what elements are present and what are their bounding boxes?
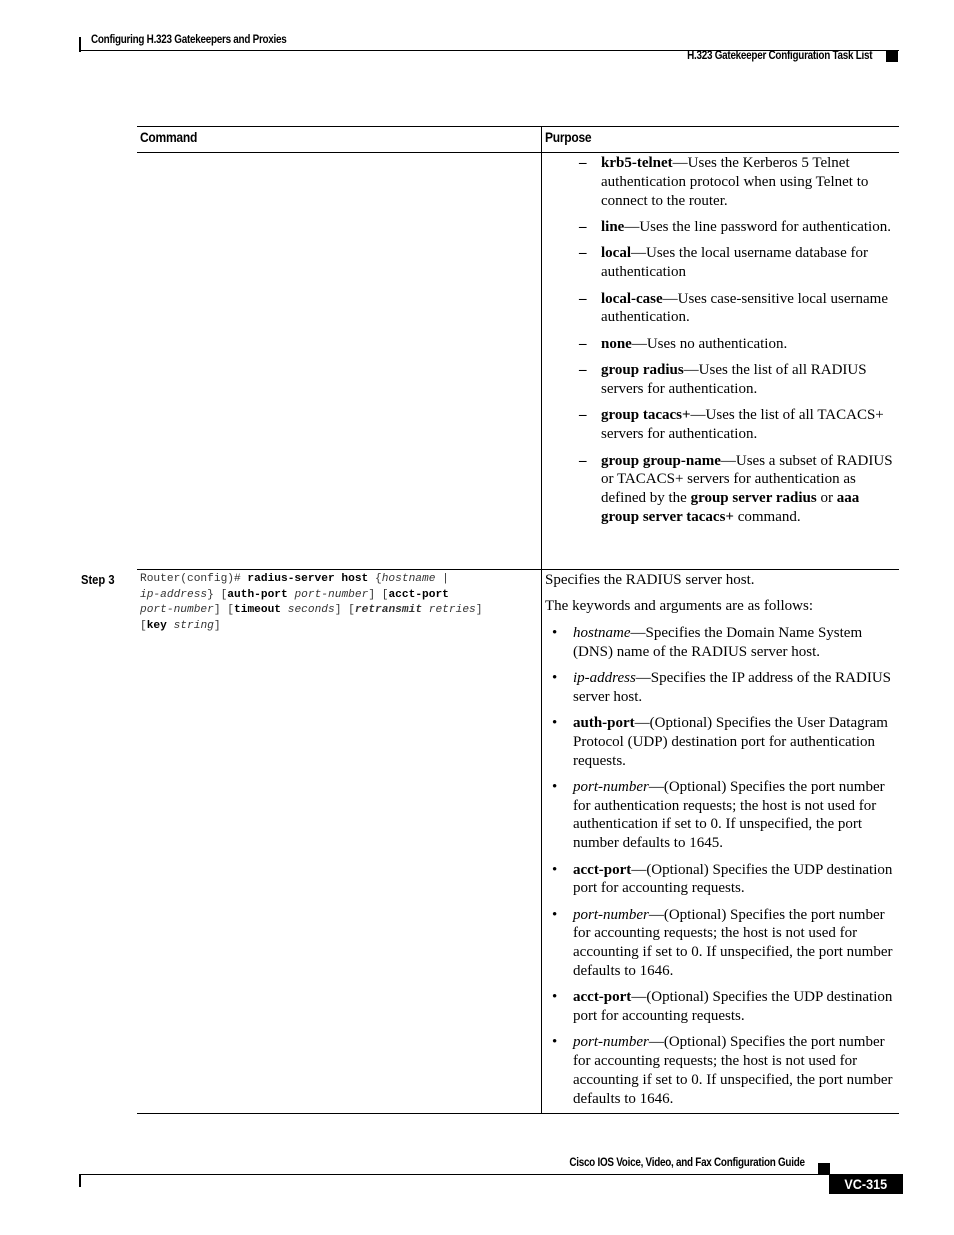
- column-header-purpose: Purpose: [545, 129, 592, 145]
- guide-title: Cisco IOS Voice, Video, and Fax Configur…: [569, 1157, 806, 1169]
- section-title: H.323 Gatekeeper Configuration Task List: [686, 50, 872, 62]
- cmd-arg: hostname: [381, 573, 436, 585]
- dash-marker: –: [579, 155, 587, 171]
- list-item-text: or: [816, 490, 837, 507]
- list-item-term: port-number: [573, 906, 649, 923]
- cmd-punct: ] [: [334, 604, 355, 617]
- list-item: – line—Uses the line password for authent…: [574, 218, 896, 237]
- purpose-lead: The keywords and arguments are as follow…: [545, 598, 813, 615]
- cmd-punct: |: [435, 573, 449, 585]
- footer-marker-block: [818, 1163, 830, 1174]
- list-item: • port-number—(Optional) Specifies the po…: [545, 906, 895, 981]
- list-item: • acct-port—(Optional) Specifies the UDP …: [545, 861, 895, 899]
- column-header-command: Command: [140, 129, 198, 145]
- command-syntax: Router(config)# radius-server host {host…: [140, 572, 535, 635]
- list-item-keyword: local-case: [601, 290, 663, 307]
- cmd-keyword: radius-server host: [247, 573, 369, 585]
- chapter-title: Configuring H.323 Gatekeepers and Proxie…: [91, 34, 287, 46]
- list-item: – krb5-telnet—Uses the Kerberos 5 Telnet …: [574, 154, 896, 210]
- step3-purpose: Specifies the RADIUS server host. The ke…: [545, 571, 895, 1116]
- list-item: • ip-address—Specifies the IP address of …: [545, 669, 895, 707]
- auth-method-list: – krb5-telnet—Uses the Kerberos 5 Telnet …: [574, 154, 896, 534]
- bullet-marker: •: [552, 1034, 558, 1051]
- list-item: – group group-name—Uses a subset of RADIU…: [574, 452, 896, 527]
- cmd-keyword: acct-port: [388, 588, 449, 601]
- list-item: – group radius—Uses the list of all RADIU…: [574, 361, 896, 399]
- bullet-marker: •: [552, 624, 558, 641]
- bullet-marker: •: [552, 714, 558, 731]
- list-item: • port-number—(Optional) Specifies the po…: [545, 1033, 895, 1108]
- footer-rule: [79, 1174, 829, 1175]
- header-marker-block: [886, 51, 898, 62]
- list-item-text: —Uses the local username database for au…: [601, 245, 868, 281]
- cmd-punct: } [: [207, 588, 228, 601]
- cmd-punct: ] [: [368, 588, 389, 601]
- dash-marker: –: [579, 245, 587, 262]
- cmd-arg: ip-address: [140, 588, 208, 601]
- list-item-keyword: local: [601, 245, 631, 262]
- step-label: Step 3: [81, 572, 115, 587]
- list-item-keyword: none: [601, 335, 632, 352]
- dash-marker: –: [579, 335, 587, 352]
- cmd-arg: port-number: [294, 588, 369, 601]
- list-item: • acct-port—(Optional) Specifies the UDP …: [545, 988, 895, 1026]
- list-item-term: port-number: [573, 778, 649, 795]
- list-item-term: auth-port: [573, 714, 635, 731]
- dash-marker: –: [579, 290, 587, 307]
- dash-marker: –: [579, 452, 587, 469]
- bullet-marker: •: [552, 861, 558, 878]
- argument-list: • hostname—Specifies the Domain Name Syst…: [545, 624, 895, 1109]
- list-item: • auth-port—(Optional) Specifies the User…: [545, 714, 895, 770]
- footer-left-bar: [79, 1174, 81, 1187]
- cmd-keyword: retransmit: [354, 604, 423, 617]
- list-item-keyword: group radius: [601, 362, 684, 379]
- cmd-keyword: auth-port: [227, 588, 288, 601]
- list-item-term: hostname: [573, 624, 631, 641]
- page-number-text: VC-315: [844, 1176, 888, 1192]
- dash-marker: –: [579, 407, 587, 424]
- list-item-keyword-group-server-radius: group server radius: [690, 490, 817, 507]
- cmd-punct: ] [: [213, 604, 235, 617]
- cmd-keyword: key: [146, 620, 167, 633]
- column-divider: [541, 126, 542, 1114]
- list-item-keyword: line: [601, 218, 625, 235]
- list-item-term: acct-port: [573, 989, 632, 1006]
- list-item: • port-number—(Optional) Specifies the po…: [545, 778, 895, 853]
- bullet-marker: •: [552, 778, 558, 795]
- table-header-rule: [137, 152, 899, 153]
- cmd-punct: [: [140, 620, 147, 633]
- bullet-marker: •: [552, 906, 558, 923]
- cmd-arg: string: [173, 620, 214, 633]
- list-item-keyword: group group-name: [601, 452, 721, 469]
- list-item-term: port-number: [573, 1034, 649, 1051]
- cmd-arg: retries: [428, 604, 476, 617]
- list-item-keyword: krb5-telnet: [601, 155, 673, 171]
- table-top-rule: [137, 126, 899, 127]
- bullet-marker: •: [552, 669, 558, 686]
- list-item-text: —Uses no authentication.: [631, 335, 788, 352]
- list-item: – none—Uses no authentication.: [574, 335, 896, 354]
- page-number: VC-315: [829, 1174, 903, 1194]
- list-item-text: —Uses the line password for authenticati…: [624, 218, 891, 235]
- list-item: – local—Uses the local username database …: [574, 244, 896, 282]
- cmd-arg: port-number: [140, 604, 214, 617]
- cmd-arg: seconds: [287, 604, 335, 617]
- cmd-punct: ]: [213, 620, 221, 633]
- list-item-keyword: group tacacs+: [601, 407, 691, 424]
- dash-marker: –: [579, 362, 587, 379]
- list-item: – group tacacs+—Uses the list of all TACA…: [574, 406, 896, 444]
- row-divider: [137, 569, 899, 570]
- list-item-text: command.: [733, 508, 801, 525]
- bullet-marker: •: [552, 989, 558, 1006]
- cmd-keyword: timeout: [234, 604, 282, 617]
- cmd-prompt: Router(config)#: [140, 573, 248, 585]
- list-item: – local-case—Uses case-sensitive local us…: [574, 290, 896, 328]
- list-item: • hostname—Specifies the Domain Name Syst…: [545, 624, 895, 662]
- purpose-intro: Specifies the RADIUS server host.: [545, 572, 755, 588]
- dash-marker: –: [579, 218, 587, 235]
- list-item-term: acct-port: [573, 861, 632, 878]
- list-item-term: ip-address: [573, 669, 636, 686]
- cmd-punct: {: [368, 573, 382, 585]
- cmd-punct: ]: [475, 604, 483, 617]
